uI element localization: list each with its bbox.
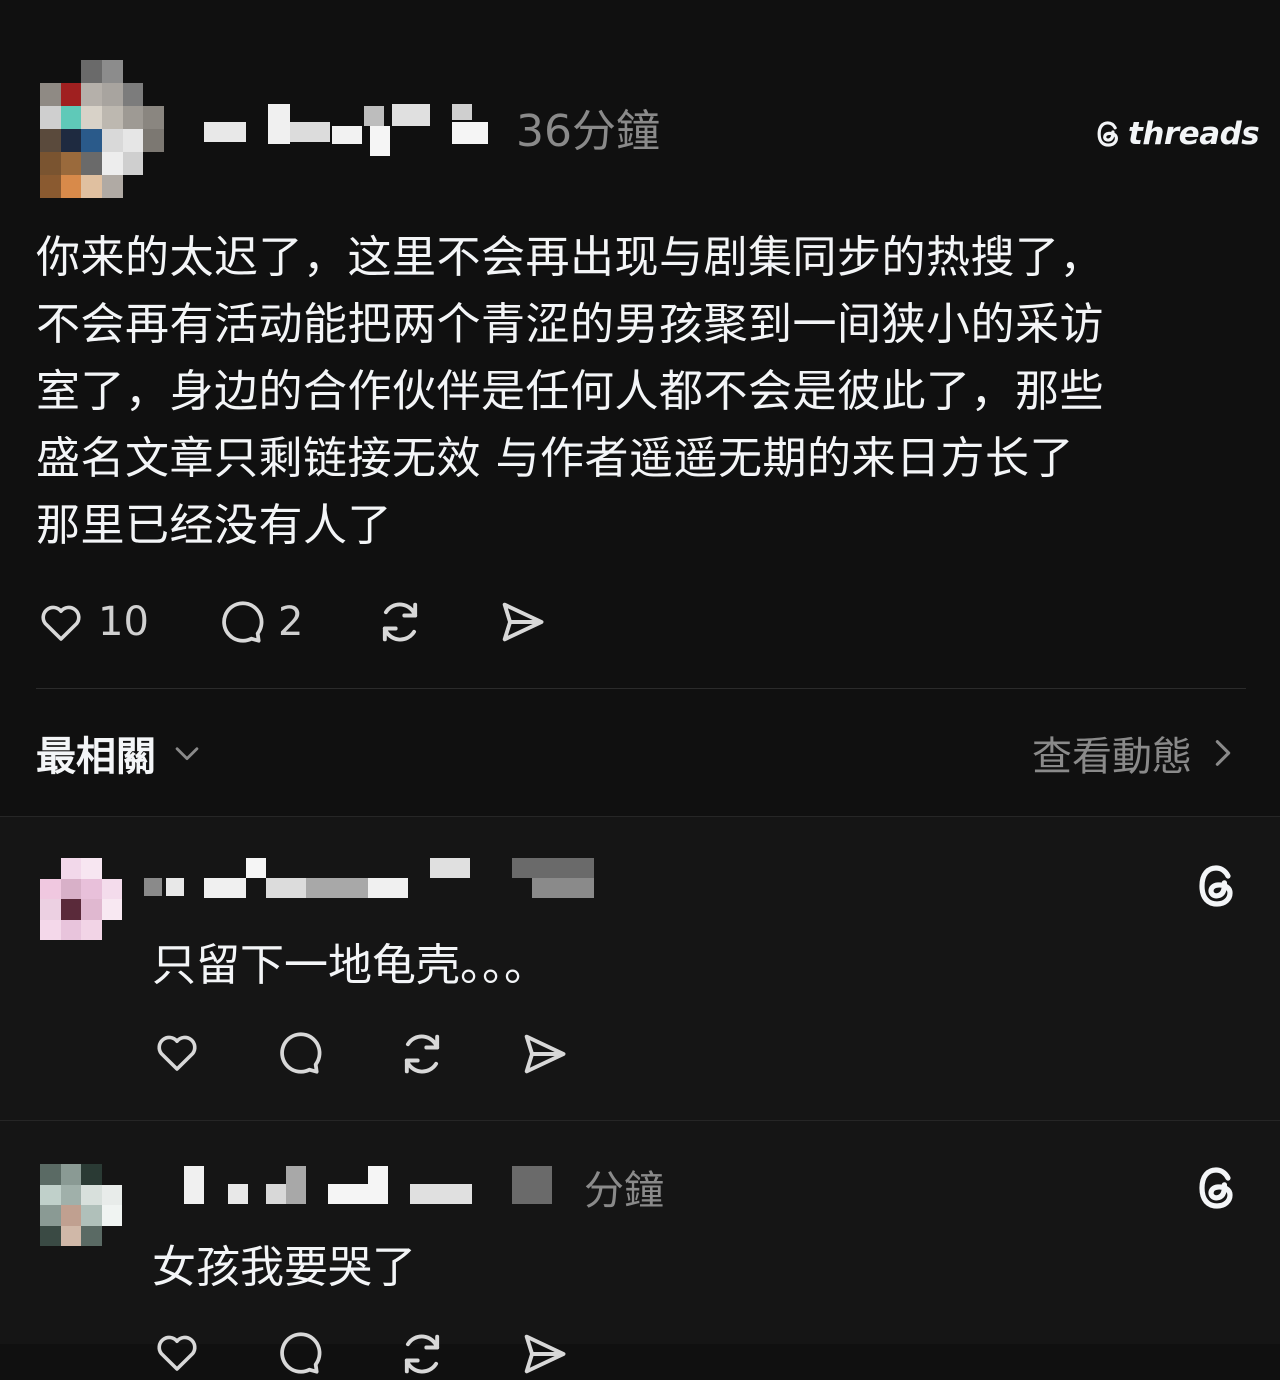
post-repost-button[interactable] (374, 596, 426, 648)
reply-like-button[interactable] (152, 1028, 202, 1076)
reply-reply-button[interactable] (274, 1328, 324, 1378)
send-paper-plane-icon (518, 1028, 570, 1080)
threads-brand[interactable]: threads (1094, 114, 1260, 154)
reply-author-avatar[interactable] (40, 1164, 122, 1246)
reply-author-username-blurred[interactable] (144, 858, 604, 902)
comment-bubble-icon (274, 1328, 324, 1378)
threads-wordmark: threads (1128, 116, 1260, 152)
post-body-text: 你来的太迟了，这里不会再出现与剧集同步的热搜了， 不会再有活动能把两个青涩的男孩… (36, 232, 1104, 551)
comment-bubble-icon (274, 1028, 324, 1078)
post-author-avatar[interactable] (40, 60, 164, 198)
threads-logo-icon (1194, 1162, 1242, 1214)
reply-threads-logo[interactable] (1194, 860, 1242, 912)
reply-reply-button[interactable] (274, 1028, 324, 1078)
repost-arrows-icon (396, 1328, 448, 1380)
post-author-username-blurred[interactable] (204, 102, 504, 158)
post-share-button[interactable] (496, 596, 548, 648)
reply-share-button[interactable] (518, 1028, 570, 1080)
view-activity-label: 查看動態 (1032, 734, 1192, 780)
threads-logo-icon (1094, 118, 1124, 150)
sort-label: 最相關 (36, 734, 156, 780)
sort-dropdown[interactable]: 最相關 (36, 728, 204, 780)
repost-arrows-icon (396, 1028, 448, 1080)
chevron-down-icon (170, 736, 204, 770)
post-reply-button[interactable]: 2 (216, 596, 303, 648)
reply-threads-logo[interactable] (1194, 1162, 1242, 1214)
send-paper-plane-icon (518, 1328, 570, 1380)
reply-time-ago: 分鐘 (584, 1168, 664, 1214)
heart-icon (152, 1028, 202, 1076)
post-divider (36, 688, 1246, 689)
post-like-button[interactable]: 10 (36, 596, 149, 648)
post-time-ago: 36分鐘 (516, 106, 660, 157)
reply-text: 女孩我要哭了 (152, 1242, 416, 1293)
chevron-right-icon (1210, 736, 1236, 770)
reply-repost-button[interactable] (396, 1028, 448, 1080)
reply-author-username-blurred[interactable] (144, 1164, 584, 1208)
heart-icon (36, 598, 86, 646)
threads-logo-icon (1194, 860, 1242, 912)
heart-icon (152, 1328, 202, 1376)
reply-like-button[interactable] (152, 1328, 202, 1376)
reply-card (0, 1120, 1280, 1344)
post-reply-count: 2 (278, 599, 304, 645)
send-paper-plane-icon (496, 596, 548, 648)
reply-text: 只留下一地龟壳。。。 (152, 940, 548, 991)
reply-repost-button[interactable] (396, 1328, 448, 1380)
reply-author-avatar[interactable] (40, 858, 122, 940)
repost-arrows-icon (374, 596, 426, 648)
comment-bubble-icon (216, 597, 266, 647)
post-like-count: 10 (98, 599, 149, 645)
reply-share-button[interactable] (518, 1328, 570, 1380)
view-activity-link[interactable]: 查看動態 (1032, 728, 1236, 780)
